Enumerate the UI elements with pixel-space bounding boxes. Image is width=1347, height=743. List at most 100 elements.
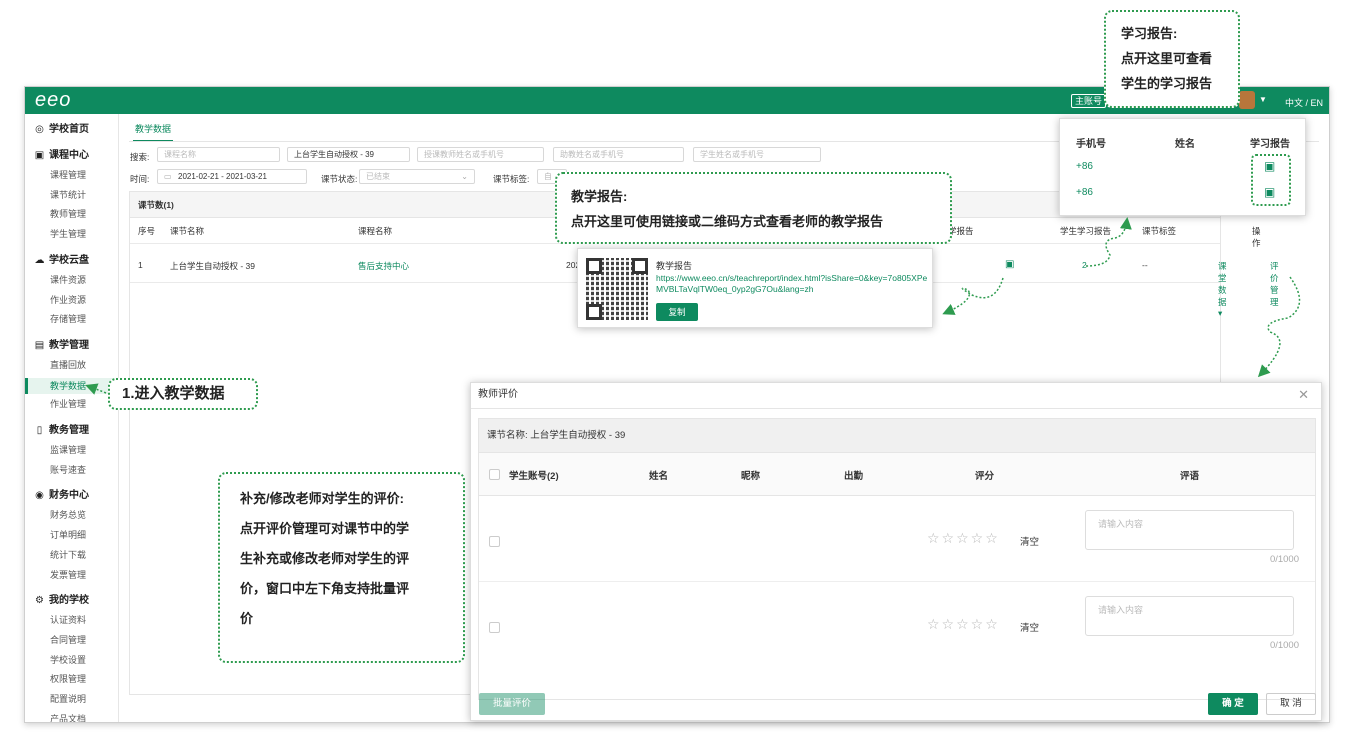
callout-line: 生补充或修改老师对学生的评: [240, 551, 410, 566]
sidebar-item-label: 学生管理: [50, 229, 87, 240]
eval-callout: 补充/修改老师对学生的评价: 点开评价管理可对课节中的学 生补充或修改老师对学生…: [218, 472, 465, 663]
sidebar-item[interactable]: 发票管理: [25, 568, 119, 581]
sidebar-item[interactable]: 课件资源: [25, 273, 119, 286]
comment-textarea[interactable]: 请输入内容: [1085, 510, 1294, 550]
sidebar-item[interactable]: 监课管理: [25, 443, 119, 456]
sidebar-item[interactable]: 作业管理: [25, 397, 119, 410]
sidebar-section-icon: ⚙: [35, 595, 44, 607]
star-rating[interactable]: ☆☆☆☆☆: [927, 616, 1000, 633]
eval-row: ☆☆☆☆☆ 清空 请输入内容 0/1000: [479, 582, 1315, 668]
phone-2: +86: [1076, 187, 1093, 198]
search-label: 搜索:: [130, 152, 150, 162]
star-rating[interactable]: ☆☆☆☆☆: [927, 530, 1000, 547]
teacher-eval-dialog: 教师评价 ✕ 课节名称: 上台学生自动授权 - 39 学生账号(2) 姓名 昵称…: [470, 382, 1322, 721]
callout-line: 点开评价管理可对课节中的学: [240, 521, 410, 536]
student-search-input[interactable]: 学生姓名或手机号: [693, 147, 821, 162]
eval-manage-link[interactable]: 评价管理: [1270, 260, 1279, 308]
col-account: 学生账号(2): [509, 471, 559, 482]
sidebar-item[interactable]: 产品文档: [25, 712, 119, 722]
lesson-name-input[interactable]: 课程名称: [157, 147, 280, 162]
sidebar-item[interactable]: 课节统计: [25, 188, 119, 201]
sidebar-item[interactable]: ▣ 课程中心: [25, 146, 119, 161]
sidebar-item[interactable]: 存储管理: [25, 312, 119, 325]
sidebar-item-label: 课节统计: [50, 189, 87, 200]
sidebar-item-label: 配置说明: [50, 694, 87, 704]
sidebar-item-label: 权限管理: [50, 674, 87, 685]
sidebar-item[interactable]: 作业资源: [25, 293, 119, 306]
sidebar-item[interactable]: ▤ 教学管理: [25, 336, 119, 351]
sidebar-item[interactable]: ◎ 学校首页: [25, 120, 119, 135]
col-name: 姓名: [649, 471, 669, 482]
sidebar: ◎ 学校首页 ▣ 课程中心课程管理课节统计教师管理学生管理 ☁ 学校云盘课件资源作业资源存…: [25, 114, 119, 722]
teach-report-icon[interactable]: ▣: [1005, 259, 1014, 270]
select-all-checkbox[interactable]: [489, 469, 500, 480]
sidebar-item-label: 教师管理: [50, 209, 87, 220]
sidebar-item[interactable]: 订单明细: [25, 528, 119, 541]
row-checkbox[interactable]: [489, 622, 500, 633]
sidebar-item-label: 合同管理: [50, 634, 87, 645]
lesson-value-input[interactable]: 上台学生自动授权 - 39: [287, 147, 410, 162]
sidebar-item[interactable]: 统计下载: [25, 548, 119, 561]
sidebar-section-icon: ▯: [36, 425, 43, 436]
sidebar-item[interactable]: 课程管理: [25, 168, 119, 181]
row-checkbox[interactable]: [489, 536, 500, 547]
sidebar-item-label: 财务中心: [49, 490, 89, 502]
eeo-logo: eeo: [35, 89, 72, 111]
teacher-search-input[interactable]: 授课教师姓名或手机号: [417, 147, 544, 162]
callout-line: 点开这里可查看: [1121, 51, 1213, 66]
confirm-button[interactable]: 确 定: [1208, 693, 1258, 715]
classroom-data-dropdown[interactable]: 课堂数据 ▾: [1218, 260, 1227, 319]
row-tag: --: [1142, 260, 1148, 270]
dialog-title-text: 教师评价: [478, 389, 518, 400]
eval-row: ☆☆☆☆☆ 清空 请输入内容 0/1000: [479, 496, 1315, 582]
language-switch[interactable]: 中文 / EN: [1285, 96, 1323, 109]
clear-button[interactable]: 清空: [1020, 534, 1039, 548]
tab-teaching-data[interactable]: 教学数据: [133, 122, 174, 142]
sidebar-item[interactable]: 配置说明: [25, 692, 119, 705]
sidebar-item[interactable]: 权限管理: [25, 672, 119, 685]
cancel-button[interactable]: 取 消: [1266, 693, 1316, 715]
batch-eval-button[interactable]: 批量评价: [479, 693, 545, 715]
close-icon[interactable]: ✕: [1298, 383, 1309, 407]
phone-1: +86: [1076, 161, 1093, 172]
copy-button[interactable]: 复制: [656, 303, 698, 321]
sidebar-item[interactable]: ◉ 财务中心: [25, 486, 119, 501]
sidebar-item[interactable]: 学生管理: [25, 227, 119, 240]
col-study-report: 学习报告: [1250, 139, 1290, 150]
sidebar-item-label: 账号速查: [50, 464, 87, 475]
main-account-badge[interactable]: 主账号: [1071, 94, 1107, 108]
sidebar-item-label: 教学数据: [50, 380, 87, 391]
sidebar-item[interactable]: 学校设置: [25, 653, 119, 666]
teach-report-callout: 教学报告: 点开这里可使用链接或二维码方式查看老师的教学报告: [555, 172, 952, 244]
row-course-link[interactable]: 售后支持中心: [358, 260, 409, 272]
sidebar-item[interactable]: ⚙ 我的学校: [25, 591, 119, 606]
date-range-picker[interactable]: ▭ 2021-02-21 - 2021-03-21: [157, 169, 307, 184]
col-name: 姓名: [1175, 139, 1195, 150]
clear-button[interactable]: 清空: [1020, 620, 1039, 634]
report-icon[interactable]: ▣: [1264, 185, 1275, 199]
sidebar-item[interactable]: ☁ 学校云盘: [25, 251, 119, 266]
sidebar-item[interactable]: 财务总览: [25, 508, 119, 521]
sidebar-item[interactable]: 认证资料: [25, 613, 119, 626]
sidebar-item-label: 教学管理: [49, 339, 89, 351]
avatar[interactable]: [1239, 91, 1255, 109]
sidebar-item[interactable]: 账号速查: [25, 463, 119, 476]
sidebar-item[interactable]: 合同管理: [25, 633, 119, 646]
col-index: 序号: [138, 226, 156, 236]
assistant-search-input[interactable]: 助教姓名或手机号: [553, 147, 684, 162]
study-report-count[interactable]: 2: [1082, 260, 1087, 270]
col-study-report: 学生学习报告: [1060, 226, 1112, 236]
report-url[interactable]: https://www.eeo.cn/s/teachreport/index.h…: [656, 273, 928, 295]
status-select[interactable]: 已结束 ⌄: [359, 169, 475, 184]
sidebar-item-label: 监课管理: [50, 445, 87, 455]
chevron-down-icon[interactable]: ▼: [1259, 95, 1267, 104]
sidebar-item[interactable]: 直播回放: [25, 358, 119, 371]
sidebar-item[interactable]: 教学数据: [25, 377, 119, 394]
sidebar-item[interactable]: ▯ 教务管理: [25, 421, 119, 436]
sidebar-item[interactable]: 教师管理: [25, 207, 119, 220]
sidebar-section-icon: ◎: [35, 124, 44, 135]
status-value: 已结束: [366, 172, 390, 181]
comment-textarea[interactable]: 请输入内容: [1085, 596, 1294, 636]
report-icon[interactable]: ▣: [1264, 159, 1275, 173]
report-icons-highlight: ▣ ▣: [1251, 154, 1291, 206]
